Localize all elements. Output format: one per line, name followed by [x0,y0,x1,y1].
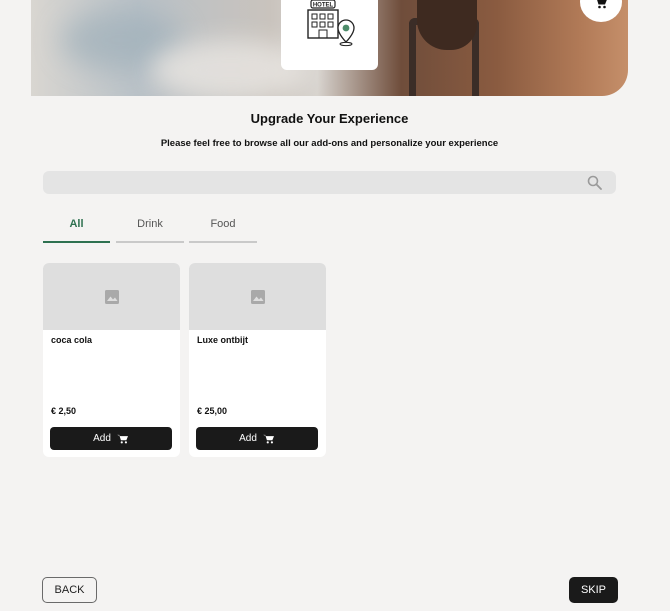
skip-button[interactable]: SKIP [569,577,618,603]
add-button-label: Add [239,433,257,444]
hotel-building-location-icon: HOTEL [306,0,355,47]
image-placeholder-icon [250,289,265,304]
product-price: € 2,50 [51,406,77,416]
image-placeholder-icon [104,289,119,304]
tab-food[interactable]: Food [189,207,257,243]
product-price: € 25,00 [197,406,228,416]
product-image-placeholder [43,263,180,330]
product-card[interactable]: coca cola € 2,50 Add [43,263,180,457]
search-bar [43,171,616,194]
page-title: Upgrade Your Experience [250,111,409,126]
add-to-cart-button[interactable]: Add [50,427,172,450]
add-button-label: Add [93,433,111,444]
search-icon[interactable] [587,175,602,190]
hotel-logo: HOTEL [281,0,378,70]
cart-icon [263,434,274,443]
product-name: Luxe ontbijt [197,335,248,345]
tab-drink[interactable]: Drink [116,207,184,243]
page-subtitle: Please feel free to browse all our add-o… [160,138,499,149]
search-input[interactable] [43,171,573,194]
back-button[interactable]: BACK [42,577,97,603]
logo-text: HOTEL [312,3,333,9]
add-to-cart-button[interactable]: Add [196,427,318,450]
product-card[interactable]: Luxe ontbijt € 25,00 Add [189,263,326,457]
tab-all[interactable]: All [43,207,110,243]
cart-icon [597,0,607,9]
product-name: coca cola [51,335,93,345]
product-image-placeholder [189,263,326,330]
cart-icon [117,434,128,443]
